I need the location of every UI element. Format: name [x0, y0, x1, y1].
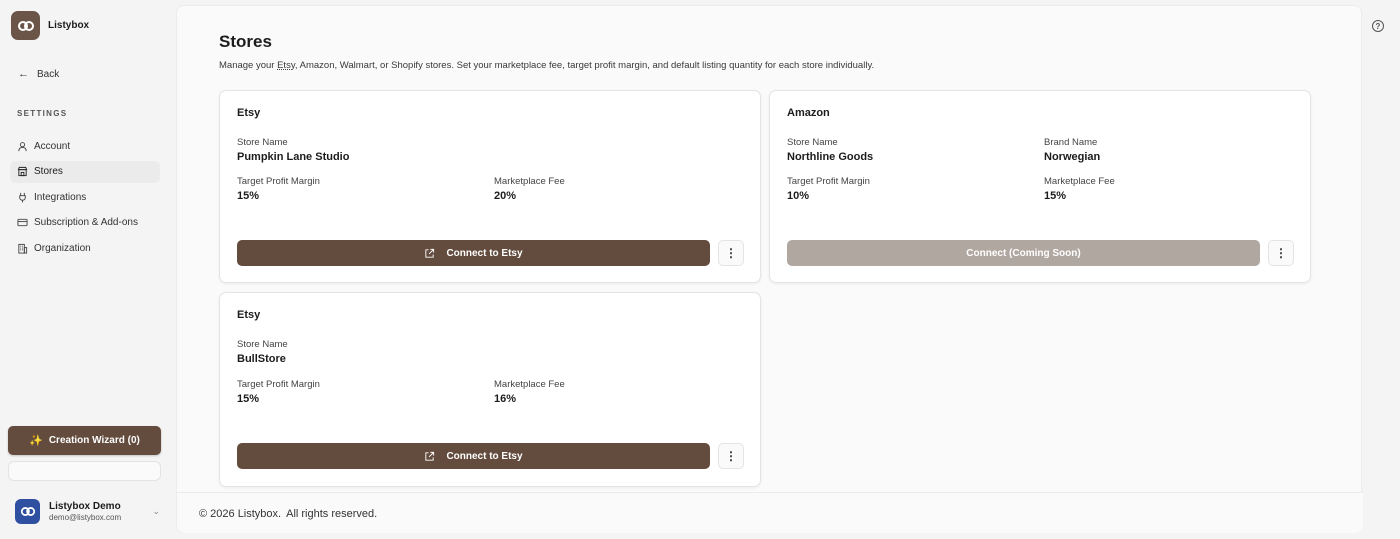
margin-value: 10% [787, 190, 810, 202]
user-name: Listybox Demo [49, 500, 121, 512]
margin-label: Target Profit Margin [237, 176, 320, 187]
settings-section-label: SETTINGS [17, 109, 68, 118]
store-name-label: Store Name [787, 137, 838, 148]
external-link-icon [425, 451, 435, 461]
user-icon [18, 141, 27, 151]
store-name-value: Pumpkin Lane Studio [237, 151, 350, 163]
more-options-button[interactable]: ⋮ [718, 240, 744, 266]
footer: © 2026 Listybox. All rights reserved. [177, 492, 1363, 533]
creation-wizard-button[interactable]: ✨ Creation Wizard (0) [8, 426, 161, 455]
store-marketplace: Etsy [237, 309, 261, 321]
sidebar-item-integrations[interactable]: Integrations [10, 186, 160, 208]
fee-label: Marketplace Fee [494, 379, 565, 390]
user-menu[interactable]: Listybox Demo demo@listybox.com ⌄ [15, 499, 160, 524]
more-vertical-icon: ⋮ [725, 449, 737, 463]
store-marketplace: Amazon [787, 107, 830, 119]
store-name-value: BullStore [237, 353, 286, 365]
building-icon [18, 243, 28, 254]
connect-button-label: Connect to Etsy [446, 450, 523, 462]
help-icon[interactable]: ? [1372, 20, 1384, 32]
fee-label: Marketplace Fee [494, 176, 565, 187]
back-label: Back [37, 68, 60, 80]
sidebar-item-label: Account [34, 140, 71, 152]
connect-etsy-button[interactable]: Connect to Etsy [237, 240, 710, 266]
brand-name-label: Brand Name [1044, 137, 1098, 148]
settings-nav: Account Stores Integrations Subscription… [10, 135, 160, 263]
sidebar-item-label: Stores [34, 166, 63, 177]
page-title: Stores [219, 32, 272, 51]
listybox-logo-icon [11, 11, 40, 40]
main-panel: Stores Manage your Etsy, Amazon, Walmart… [176, 5, 1363, 533]
magic-wand-icon: ✨ [29, 435, 43, 447]
sidebar-item-label: Subscription & Add-ons [34, 217, 138, 228]
sidebar-item-label: Organization [34, 242, 91, 254]
connect-button-label: Connect to Etsy [446, 247, 523, 259]
margin-label: Target Profit Margin [787, 176, 870, 187]
more-options-button[interactable]: ⋮ [1268, 240, 1294, 266]
sidebar-item-account[interactable]: Account [10, 135, 160, 157]
store-card-etsy-2: Etsy Store Name BullStore Target Profit … [219, 292, 761, 487]
creation-wizard-label: Creation Wizard (0) [48, 435, 140, 446]
back-link[interactable]: ← Back [18, 68, 59, 80]
store-name-label: Store Name [237, 339, 288, 350]
more-vertical-icon: ⋮ [725, 246, 737, 260]
brand[interactable]: Listybox [11, 11, 89, 40]
more-vertical-icon: ⋮ [1275, 246, 1287, 260]
sidebar-item-label: Integrations [34, 191, 87, 203]
fee-label: Marketplace Fee [1044, 176, 1115, 187]
more-options-button[interactable]: ⋮ [718, 443, 744, 469]
credit-card-icon [17, 218, 28, 227]
store-marketplace: Etsy [237, 107, 261, 119]
fee-value: 16% [494, 393, 517, 405]
fee-value: 15% [1044, 190, 1067, 202]
store-name-value: Northline Goods [787, 151, 874, 163]
sidebar: Listybox ← Back SETTINGS Account Stores … [0, 0, 176, 539]
connect-coming-soon-button[interactable]: Connect (Coming Soon) [787, 240, 1260, 266]
plug-icon [19, 192, 26, 203]
margin-value: 15% [237, 190, 260, 202]
store-card-etsy-1: Etsy Store Name Pumpkin Lane Studio Targ… [219, 90, 761, 283]
arrow-left-icon: ← [18, 68, 29, 80]
user-email: demo@listybox.com [49, 512, 122, 522]
store-icon [17, 166, 28, 177]
connect-button-label: Connect (Coming Soon) [966, 247, 1081, 259]
sidebar-item-stores[interactable]: Stores [10, 160, 160, 183]
margin-label: Target Profit Margin [237, 379, 320, 390]
chevron-down-icon: ⌄ [152, 506, 160, 516]
store-card-amazon: Amazon Store Name Northline Goods Brand … [769, 90, 1311, 283]
footer-copyright: © 2026 Listybox. All rights reserved. [199, 508, 378, 520]
fee-value: 20% [494, 190, 517, 202]
sidebar-item-subscription[interactable]: Subscription & Add-ons [10, 212, 160, 234]
avatar [15, 499, 40, 524]
page-description: Manage your Etsy, Amazon, Walmart, or Sh… [219, 60, 875, 71]
external-link-icon [425, 248, 435, 258]
sidebar-secondary-bar [8, 461, 161, 481]
connect-etsy-button[interactable]: Connect to Etsy [237, 443, 710, 469]
brand-name-value: Norwegian [1044, 151, 1101, 163]
margin-value: 15% [237, 393, 260, 405]
store-name-label: Store Name [237, 137, 288, 148]
sidebar-item-organization[interactable]: Organization [10, 237, 160, 259]
app-name: Listybox [48, 20, 90, 31]
